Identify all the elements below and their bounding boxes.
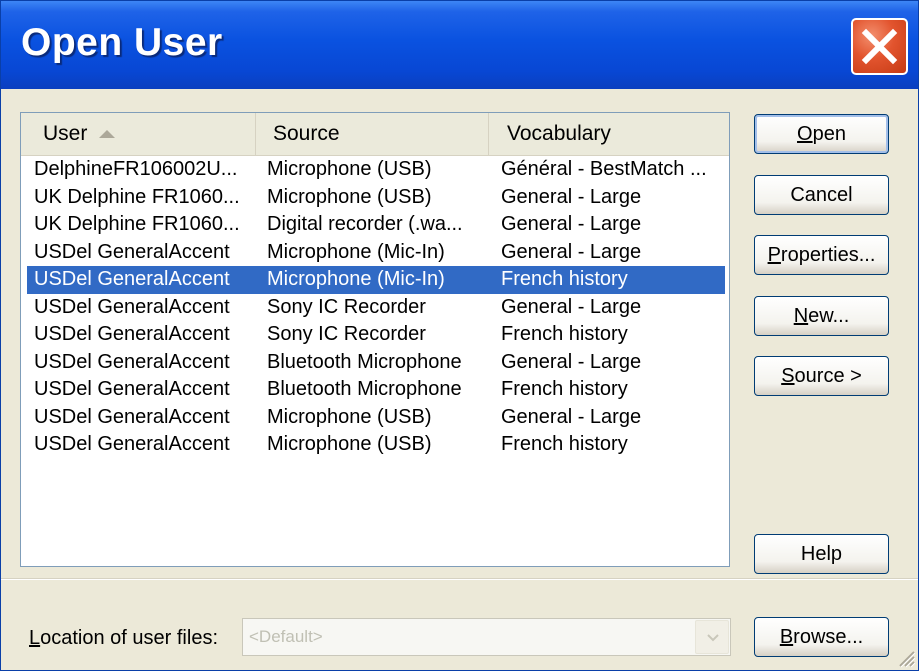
table-row[interactable]: USDel GeneralAccent Microphone (Mic-In) Ge… xyxy=(21,239,729,267)
cell-vocabulary: French history xyxy=(501,433,628,455)
cell-vocabulary: French history xyxy=(501,268,628,290)
cell-user: USDel GeneralAccent xyxy=(34,405,230,428)
cell-vocabulary: General - Large xyxy=(501,350,642,373)
cell-vocabulary: General - Large xyxy=(501,185,642,208)
properties-button[interactable]: Properties... xyxy=(754,235,889,275)
dialog-title: Open User xyxy=(21,21,223,64)
cell-user: USDel GeneralAccent xyxy=(34,350,230,373)
cell-source: Microphone (USB) xyxy=(267,185,432,208)
close-icon xyxy=(861,28,898,65)
cell-source: Microphone (USB) xyxy=(267,405,432,428)
cell-user: UK Delphine FR1060... xyxy=(34,213,240,235)
source-button[interactable]: Source > xyxy=(754,356,889,396)
cell-source: Sony IC Recorder xyxy=(267,295,426,318)
location-combobox[interactable]: <Default> xyxy=(242,618,731,656)
cell-user: USDel GeneralAccent xyxy=(34,433,230,455)
divider xyxy=(1,578,918,580)
table-row[interactable]: UK Delphine FR1060... Microphone (USB) Gen… xyxy=(21,184,729,212)
column-header-vocabulary[interactable]: Vocabulary xyxy=(488,113,729,155)
help-button[interactable]: Help xyxy=(754,534,889,574)
cell-user: DelphineFR106002U... xyxy=(34,158,238,180)
new-button[interactable]: New... xyxy=(754,296,889,336)
table-row[interactable]: USDel GeneralAccent Sony IC Recorder Gener… xyxy=(21,294,729,322)
list-header: User Source Vocabulary xyxy=(21,113,729,156)
table-row[interactable]: USDel GeneralAccent Microphone (USB) Frenc… xyxy=(21,431,729,459)
cell-source: Microphone (USB) xyxy=(267,158,432,180)
location-label: Location of user files: xyxy=(29,627,218,649)
table-row[interactable]: DelphineFR106002U... Microphone (USB) Géné… xyxy=(21,156,729,184)
chevron-down-icon xyxy=(707,634,719,642)
close-button[interactable] xyxy=(851,18,908,75)
title-bar[interactable]: Open User xyxy=(1,1,918,89)
cell-user: USDel GeneralAccent xyxy=(34,268,230,290)
cell-vocabulary: Général - BestMatch ... xyxy=(501,158,707,180)
location-value: <Default> xyxy=(249,627,323,646)
cell-vocabulary: General - Large xyxy=(501,295,642,318)
cell-user: UK Delphine FR1060... xyxy=(34,185,240,208)
column-header-user[interactable]: User xyxy=(21,113,255,155)
cell-vocabulary: General - Large xyxy=(501,240,642,263)
cell-vocabulary: General - Large xyxy=(501,405,642,428)
table-row[interactable]: USDel GeneralAccent Bluetooth Microphone G… xyxy=(21,349,729,377)
table-row[interactable]: USDel GeneralAccent Microphone (Mic-In) Fr… xyxy=(27,266,725,294)
sort-ascending-icon xyxy=(99,130,116,139)
resize-grip-icon[interactable] xyxy=(894,646,916,668)
table-row[interactable]: USDel GeneralAccent Sony IC Recorder Frenc… xyxy=(21,321,729,349)
list-rows: DelphineFR106002U... Microphone (USB) Géné… xyxy=(21,156,729,459)
cell-user: USDel GeneralAccent xyxy=(34,378,230,400)
cancel-button[interactable]: Cancel xyxy=(754,175,889,215)
user-list[interactable]: User Source Vocabulary DelphineFR106002U… xyxy=(20,112,730,567)
browse-button[interactable]: Browse... xyxy=(754,617,889,657)
table-row[interactable]: USDel GeneralAccent Bluetooth Microphone F… xyxy=(21,376,729,404)
cell-vocabulary: General - Large xyxy=(501,213,642,235)
cell-source: Bluetooth Microphone xyxy=(267,378,462,400)
location-dropdown-button[interactable] xyxy=(695,620,729,654)
cell-source: Microphone (Mic-In) xyxy=(267,268,445,290)
cell-vocabulary: French history xyxy=(501,378,628,400)
cell-source: Microphone (USB) xyxy=(267,433,432,455)
cell-user: USDel GeneralAccent xyxy=(34,240,230,263)
cell-vocabulary: French history xyxy=(501,323,628,345)
open-button[interactable]: Open xyxy=(754,114,889,154)
table-row[interactable]: USDel GeneralAccent Microphone (USB) Gener… xyxy=(21,404,729,432)
table-row[interactable]: UK Delphine FR1060... Digital recorder (.… xyxy=(21,211,729,239)
cell-user: USDel GeneralAccent xyxy=(34,295,230,318)
cell-source: Microphone (Mic-In) xyxy=(267,240,445,263)
open-user-dialog: Open User User Source Vocabulary Delphin… xyxy=(0,0,919,671)
column-header-source[interactable]: Source xyxy=(255,113,488,155)
cell-source: Sony IC Recorder xyxy=(267,323,426,345)
cell-source: Digital recorder (.wa... xyxy=(267,213,463,235)
cell-source: Bluetooth Microphone xyxy=(267,350,462,373)
cell-user: USDel GeneralAccent xyxy=(34,323,230,345)
